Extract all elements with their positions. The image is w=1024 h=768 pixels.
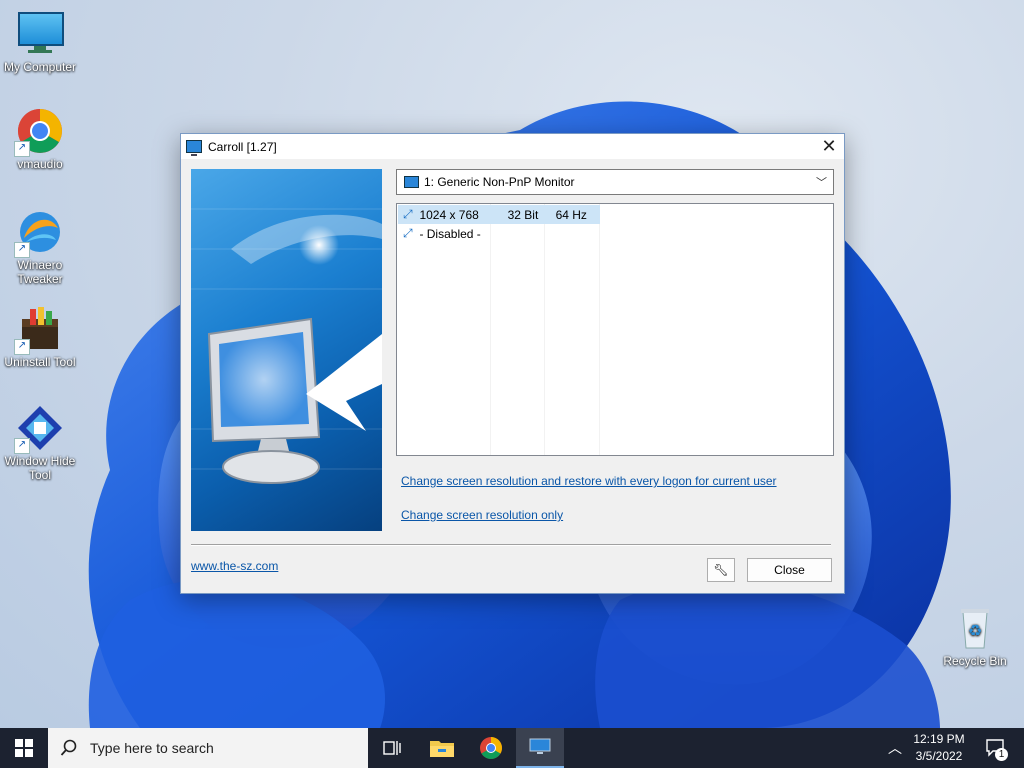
taskbar: Type here to search ︿ 12:19 PM 3/5/2022 … — [0, 728, 1024, 768]
color-depth-value: 32 Bit — [507, 207, 539, 222]
desktop-icon-label: vmaudio — [17, 157, 63, 171]
show-hidden-icons-button[interactable]: ︿ — [880, 728, 910, 768]
search-icon — [60, 739, 77, 756]
settings-button[interactable]: 🔧︎ — [707, 558, 735, 582]
windows-logo-icon — [15, 739, 33, 757]
change-resolution-restore-link[interactable]: Change screen resolution and restore wit… — [401, 474, 777, 488]
desktop-icon-uninstall-tool[interactable]: ↗ Uninstall Tool — [0, 305, 80, 369]
carroll-app-icon — [186, 140, 202, 156]
carroll-banner-image — [191, 169, 382, 531]
shortcut-arrow-icon: ↗ — [14, 141, 30, 157]
monitor-icon — [404, 176, 419, 188]
wrench-icon: 🔧︎ — [713, 563, 729, 577]
monitor-dropdown-value: 1: Generic Non-PnP Monitor — [424, 175, 575, 189]
notification-center-button[interactable]: 1 — [976, 728, 1016, 768]
chrome-icon: ↗ — [14, 107, 64, 157]
clock-time: 12:19 PM — [913, 732, 965, 746]
monitor-icon — [16, 10, 64, 58]
dialog-separator — [191, 544, 831, 546]
resolution-value: 1024 x 768 — [419, 207, 479, 222]
taskbar-search-box[interactable]: Type here to search — [48, 728, 368, 768]
refresh-rate-value: 64 Hz — [555, 207, 587, 222]
chevron-down-icon: ﹀ — [816, 177, 827, 189]
desktop-icon-window-hide-tool[interactable]: ↗ Window Hide Tool — [0, 404, 80, 482]
search-placeholder: Type here to search — [90, 740, 214, 756]
desktop-icon-label: Winaero Tweaker — [17, 258, 63, 286]
taskbar-carroll[interactable] — [516, 728, 564, 768]
desktop-icon-label: My Computer — [3, 60, 77, 74]
change-resolution-only-link[interactable]: Change screen resolution only — [401, 508, 563, 522]
website-link[interactable]: www.the-sz.com — [191, 559, 278, 573]
shortcut-arrow-icon: ↗ — [14, 242, 30, 258]
notification-count-badge: 1 — [995, 748, 1008, 761]
svg-text:♻: ♻ — [968, 621, 982, 640]
desktop-icon-vmaudio[interactable]: ↗ vmaudio — [0, 107, 80, 171]
desktop-icon-label: Window Hide Tool — [4, 454, 76, 482]
carroll-dialog: Carroll [1.27] ✕ 1: Generic Non-PnP Moni… — [180, 133, 845, 594]
close-button[interactable]: Close — [747, 558, 832, 582]
task-view-button[interactable] — [368, 728, 416, 768]
window-hide-tool-icon: ↗ — [14, 404, 64, 454]
desktop-icon-winaero-tweaker[interactable]: ↗ Winaero Tweaker — [0, 208, 80, 286]
monitor-dropdown[interactable]: 1: Generic Non-PnP Monitor ﹀ — [396, 169, 834, 195]
shortcut-arrow-icon: ↗ — [14, 339, 30, 355]
desktop-icon-my-computer[interactable]: My Computer — [0, 10, 80, 74]
resolution-value: - Disabled - — [419, 226, 481, 241]
chevron-up-icon: ︿ — [888, 740, 902, 756]
taskbar-chrome[interactable] — [467, 728, 515, 768]
winaero-icon: ↗ — [14, 208, 64, 258]
dialog-titlebar[interactable]: Carroll [1.27] ✕ — [181, 134, 844, 159]
uninstall-tool-icon: ↗ — [14, 305, 64, 355]
dialog-title: Carroll [1.27] — [208, 139, 277, 154]
tray-clock[interactable]: 12:19 PM 3/5/2022 — [908, 732, 970, 763]
file-explorer-icon — [430, 741, 454, 757]
resolution-arrow-icon: ⤢ — [403, 226, 413, 240]
desktop-icon-label: Recycle Bin — [943, 654, 1007, 668]
taskbar-file-explorer[interactable] — [418, 728, 466, 768]
clock-date: 3/5/2022 — [915, 749, 963, 763]
carroll-icon — [529, 738, 551, 754]
desktop-icon-label: Uninstall Tool — [4, 355, 76, 369]
recycle-bin-icon: ♻ — [951, 604, 999, 652]
close-window-button[interactable]: ✕ — [814, 134, 844, 159]
desktop-icon-recycle-bin[interactable]: ♻ Recycle Bin — [935, 604, 1015, 668]
chrome-icon — [480, 737, 502, 759]
resolution-row[interactable]: ⤢ - Disabled - — [398, 224, 600, 243]
resolution-list[interactable]: ⤢ 1024 x 768 32 Bit 64 Hz ⤢ - Disabled - — [396, 203, 834, 456]
start-button[interactable] — [0, 728, 48, 768]
resolution-arrow-icon: ⤢ — [403, 207, 413, 221]
task-view-icon — [383, 741, 401, 755]
shortcut-arrow-icon: ↗ — [14, 438, 30, 454]
resolution-row[interactable]: ⤢ 1024 x 768 32 Bit 64 Hz — [398, 205, 600, 224]
